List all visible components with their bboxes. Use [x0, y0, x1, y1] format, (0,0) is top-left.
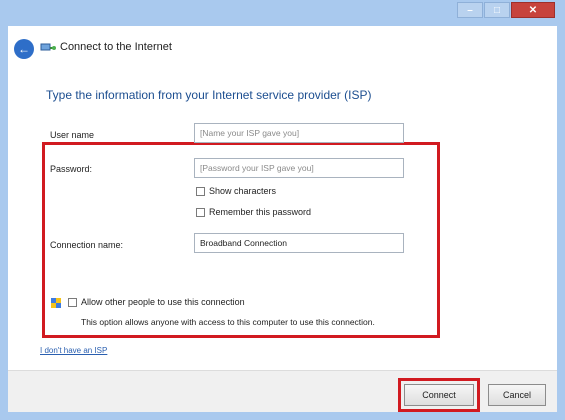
sharing-note: This option allows anyone with access to…: [81, 317, 375, 327]
connect-button[interactable]: Connect: [404, 384, 474, 406]
password-label: Password:: [50, 164, 93, 174]
window-controls: – □ ✕: [457, 2, 555, 18]
window-title: Connect to the Internet: [60, 41, 172, 53]
no-isp-link[interactable]: I don't have an ISP: [40, 346, 107, 355]
connection-name-input[interactable]: Broadband Connection: [194, 233, 404, 253]
content-area: Type the information from your Internet …: [8, 70, 557, 370]
show-characters-checkbox[interactable]: [196, 187, 205, 196]
shield-icon: [51, 298, 61, 308]
username-input[interactable]: [Name your ISP gave you]: [194, 123, 404, 143]
wizard-header: ← Connect to the Internet: [8, 26, 557, 70]
close-button[interactable]: ✕: [511, 2, 555, 18]
allow-others-label[interactable]: Allow other people to use this connectio…: [81, 297, 245, 307]
back-button[interactable]: ←: [14, 39, 34, 59]
connection-name-label: Connection name:: [50, 240, 124, 250]
minimize-icon: –: [467, 4, 473, 16]
remember-password-label[interactable]: Remember this password: [209, 207, 311, 217]
cancel-button[interactable]: Cancel: [488, 384, 546, 406]
dialog-window: – □ ✕ ← Connect to the Internet Type the…: [0, 0, 565, 420]
username-label: User name: [50, 130, 95, 140]
back-arrow-icon: ←: [18, 42, 30, 56]
password-input[interactable]: [Password your ISP gave you]: [194, 158, 404, 178]
show-characters-label[interactable]: Show characters: [209, 186, 276, 196]
network-icon: [40, 43, 56, 51]
minimize-button[interactable]: –: [457, 2, 483, 18]
remember-password-checkbox[interactable]: [196, 208, 205, 217]
page-heading: Type the information from your Internet …: [46, 88, 372, 102]
maximize-button[interactable]: □: [484, 2, 510, 18]
maximize-icon: □: [493, 4, 501, 16]
title-bar[interactable]: – □ ✕: [0, 0, 565, 26]
close-icon: ✕: [528, 4, 538, 16]
allow-others-checkbox[interactable]: [68, 298, 77, 307]
